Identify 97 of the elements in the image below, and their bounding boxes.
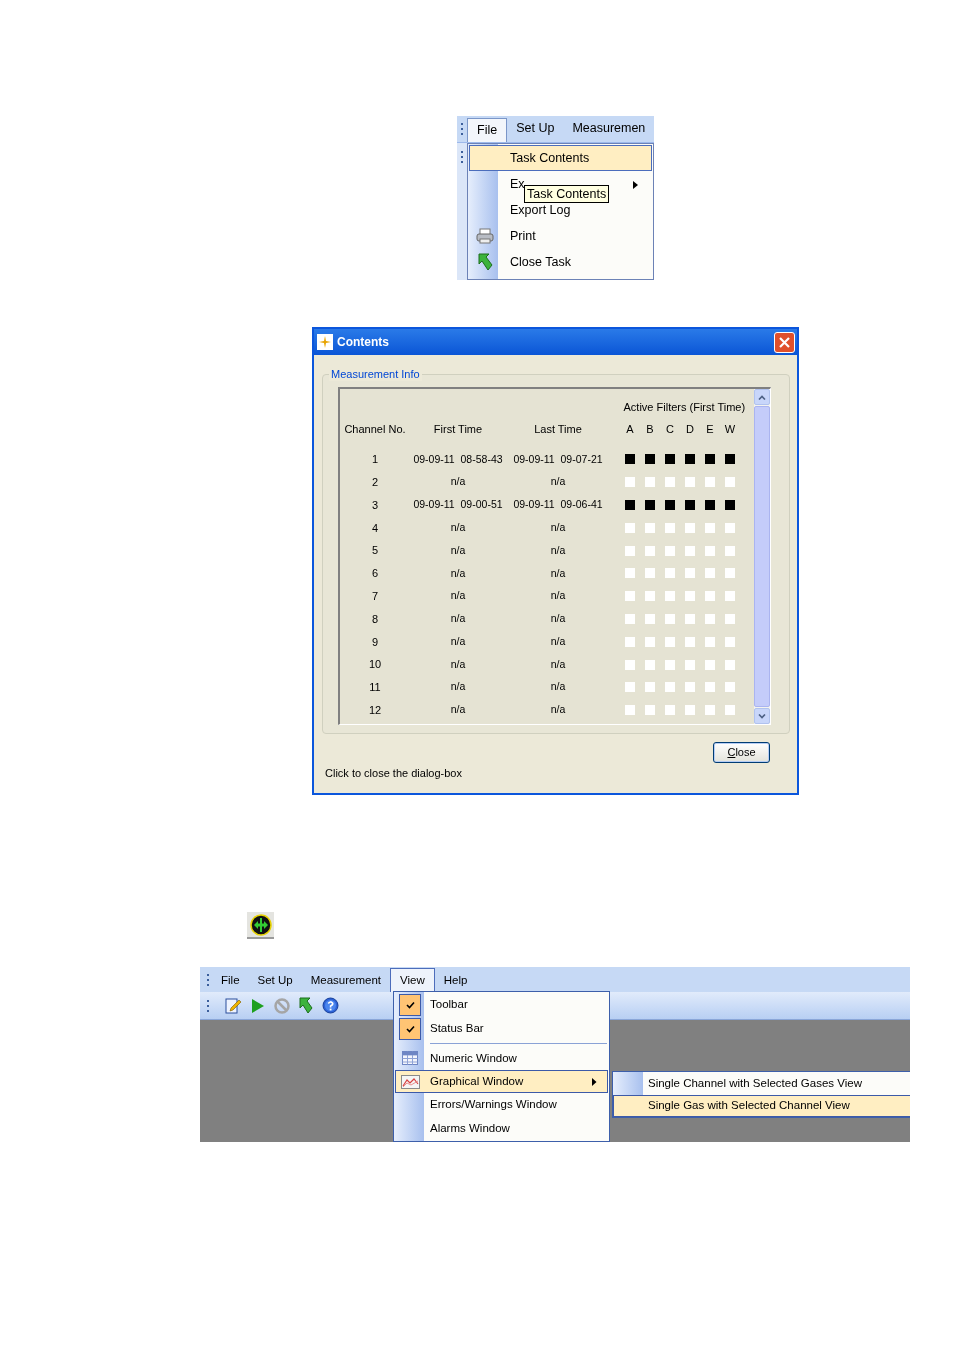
table-cell-text: 09-09-11 09-06-41 [512, 497, 604, 513]
menu-item[interactable]: Single Gas with Selected Channel View [613, 1094, 910, 1117]
table-cell-text: n/a [549, 702, 567, 718]
table-cell-text: n/a [449, 588, 467, 604]
column-header: Last Time [533, 422, 583, 437]
menu-item[interactable]: File [467, 118, 508, 142]
toolbar-button[interactable] [247, 912, 274, 939]
window-title: Contents [337, 334, 389, 351]
menu-item[interactable]: Numeric Window [395, 1046, 608, 1071]
menu-item[interactable]: File [212, 967, 249, 992]
menu-item[interactable]: Status Bar [395, 1017, 608, 1041]
checkbox[interactable] [399, 994, 421, 1016]
play-icon [250, 997, 265, 1014]
column-header: E [705, 422, 715, 437]
table-cell-text: 1 [370, 452, 380, 468]
table-cell-text: n/a [449, 702, 467, 718]
checkmark-icon [405, 1025, 415, 1033]
grip-icon [461, 151, 464, 163]
grip-icon [461, 123, 464, 135]
table-cell-text: n/a [549, 611, 567, 627]
status-text: Click to close the dialog-box [325, 766, 463, 780]
menu-item[interactable]: Set Up [248, 967, 302, 992]
table-cell-text: n/a [549, 679, 567, 695]
table-cell-text: n/a [449, 656, 467, 672]
menu-item[interactable]: Measurement [301, 967, 390, 992]
menu-item[interactable]: Set Up [507, 117, 564, 141]
table-cell-text: 9 [370, 634, 380, 650]
submenu-arrow-icon [633, 181, 639, 189]
checkbox[interactable] [399, 1018, 421, 1040]
menu-item[interactable]: Help [434, 967, 477, 992]
tooltip: Task Contents [524, 185, 610, 203]
table-icon [402, 1051, 418, 1066]
table-cell-text: n/a [549, 542, 567, 558]
table-cell-text: 5 [370, 543, 380, 559]
edit-document-icon [225, 997, 241, 1014]
column-header: A [625, 422, 635, 437]
menu-item[interactable]: Close Task [469, 249, 652, 275]
menu-item[interactable]: Graphical Window [395, 1070, 608, 1094]
arrow-icon [299, 997, 313, 1014]
table-cell-text: 2 [370, 474, 380, 490]
circle-arrows-icon [249, 913, 272, 936]
scroll-down-button[interactable] [754, 708, 770, 724]
stop-icon [274, 997, 290, 1014]
column-header: First Time [432, 422, 484, 437]
menu-item[interactable]: Single Channel with Selected Gases View [613, 1072, 910, 1095]
arrow-icon [477, 253, 493, 271]
table-cell-text: 09-09-11 08-58-43 [412, 451, 504, 467]
table-cell-text: 09-09-11 09-07-21 [512, 451, 604, 467]
close-dialog-button[interactable]: Close [713, 742, 770, 763]
chevron-down-icon [758, 713, 766, 719]
column-header: B [645, 422, 655, 437]
table-cell-text: n/a [449, 679, 467, 695]
table-cell-text: n/a [449, 542, 467, 558]
menu-item[interactable]: Toolbar [395, 993, 608, 1017]
menu-item[interactable]: View [390, 968, 435, 992]
menu-item[interactable]: Alarms Window [395, 1116, 608, 1140]
table-cell-text: n/a [449, 519, 467, 535]
table-cell-text: n/a [449, 633, 467, 649]
table-cell-text: 4 [370, 520, 380, 536]
grip-icon [207, 973, 210, 986]
menu-item[interactable]: Task Contents [469, 145, 652, 171]
table-cell-text: 7 [370, 588, 380, 604]
table-cell-text: 10 [367, 657, 383, 673]
group-label: Measurement Info [329, 367, 422, 381]
line-chart-icon [400, 1074, 420, 1089]
menu-item[interactable]: Measuremen [563, 117, 654, 141]
column-header: D [685, 422, 695, 437]
help-icon [322, 997, 339, 1014]
table-cell-text: 12 [367, 702, 383, 718]
table-cell-text: n/a [549, 588, 567, 604]
table-cell-text: n/a [549, 565, 567, 581]
printer-icon [476, 228, 494, 244]
table-cell-text: n/a [549, 656, 567, 672]
table-cell-text: n/a [449, 565, 467, 581]
column-header: Active Filters (First Time) [622, 400, 747, 415]
app-icon [317, 334, 333, 350]
column-header: Channel No. [343, 422, 407, 437]
table-cell-text: 8 [370, 611, 380, 627]
table-cell-text: n/a [449, 611, 467, 627]
close-icon [779, 336, 790, 348]
table-cell-text: 3 [370, 497, 380, 513]
table-cell-text: n/a [549, 633, 567, 649]
column-header: C [665, 422, 675, 437]
table-cell-text: n/a [449, 474, 467, 490]
menu-item[interactable]: Errors/Warnings Window [395, 1093, 608, 1117]
column-header: W [723, 422, 737, 437]
scroll-up-button[interactable] [754, 389, 770, 405]
chevron-up-icon [758, 394, 766, 400]
close-button[interactable] [774, 331, 795, 353]
table-cell-text: 09-09-11 09-00-51 [412, 497, 504, 513]
table-cell-text: n/a [549, 474, 567, 490]
checkmark-icon [405, 1001, 415, 1009]
table-cell-text: 11 [368, 680, 382, 696]
grip-icon [207, 999, 210, 1012]
table-cell-text: 6 [370, 566, 380, 582]
table-cell-text: n/a [549, 519, 567, 535]
menu-item[interactable]: Print [469, 223, 652, 249]
